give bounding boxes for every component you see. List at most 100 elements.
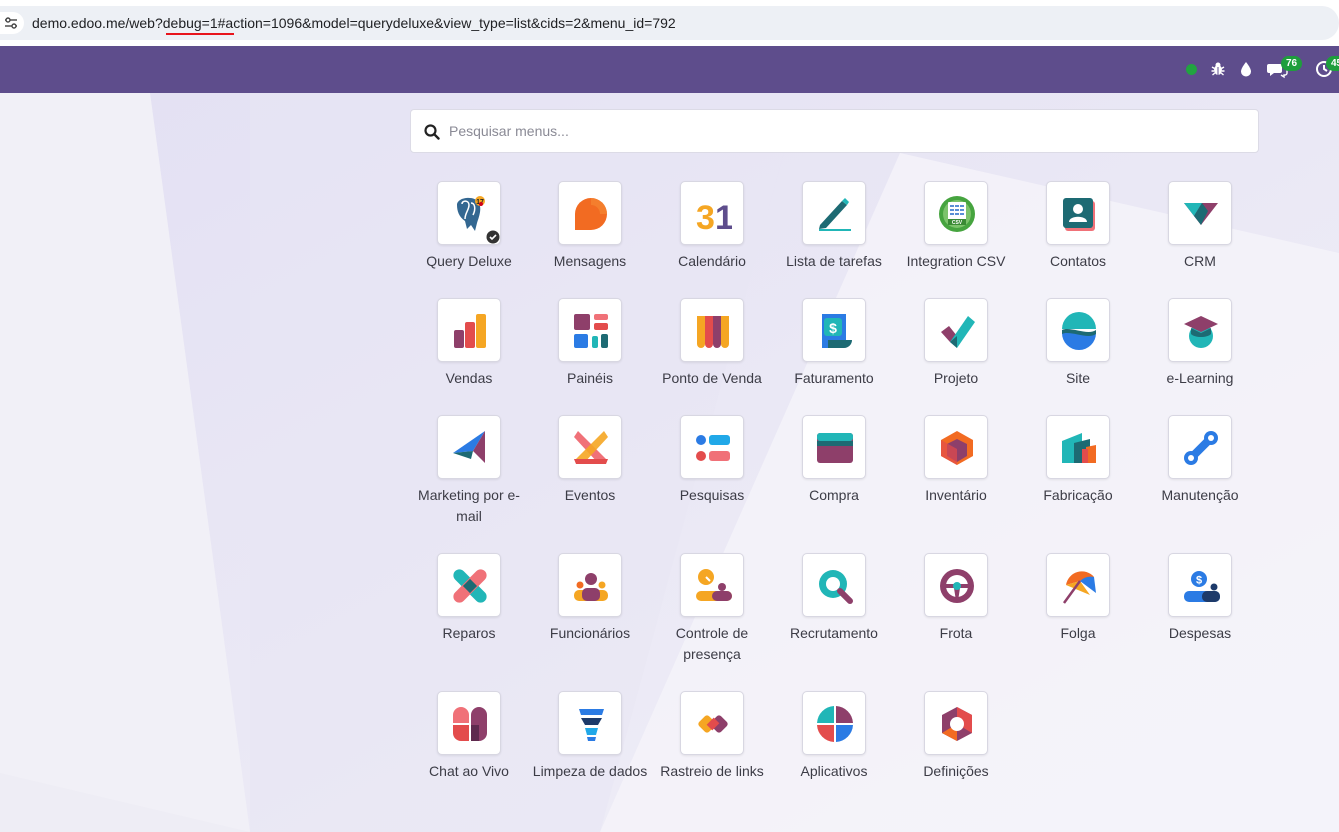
status-indicator bbox=[1186, 64, 1197, 75]
magnifier-icon bbox=[819, 570, 853, 604]
box-icon bbox=[941, 431, 973, 465]
app-tile bbox=[1046, 415, 1110, 479]
app-label: Controle de presença bbox=[675, 625, 749, 662]
checkmark-icon bbox=[941, 316, 975, 348]
svg-text:$: $ bbox=[829, 320, 837, 336]
menu-search-box[interactable] bbox=[410, 109, 1259, 153]
app-tile bbox=[802, 691, 866, 755]
store-icon bbox=[697, 316, 729, 348]
app-tile: $ bbox=[802, 298, 866, 362]
app-tile bbox=[558, 691, 622, 755]
messages-badge: 76 bbox=[1281, 56, 1303, 71]
app-label: Marketing por e-mail bbox=[418, 487, 520, 524]
app-label: Pesquisas bbox=[679, 487, 745, 503]
app-label: Folga bbox=[1060, 625, 1096, 641]
data-cleaning-icon bbox=[579, 709, 604, 741]
expense-icon: $ bbox=[1184, 571, 1220, 602]
app-label: Projeto bbox=[933, 370, 979, 386]
app-tile bbox=[924, 553, 988, 617]
svg-text:$: $ bbox=[1196, 575, 1202, 587]
app-label: Chat ao Vivo bbox=[429, 763, 509, 779]
app-label: e-Learning bbox=[1166, 370, 1234, 386]
paper-plane-icon bbox=[453, 431, 485, 463]
app-tile bbox=[1168, 181, 1232, 245]
bandage-icon bbox=[453, 569, 487, 603]
site-settings-icon[interactable] bbox=[0, 12, 24, 34]
app-label: Limpeza de dados bbox=[532, 763, 648, 779]
app-tile bbox=[558, 298, 622, 362]
app-tile bbox=[558, 553, 622, 617]
app-label: Reparos bbox=[442, 625, 496, 641]
app-label: Aplicativos bbox=[800, 763, 868, 779]
app-tile bbox=[680, 691, 744, 755]
settings-icon bbox=[942, 707, 972, 741]
app-label: Recrutamento bbox=[790, 625, 878, 641]
search-icon bbox=[424, 124, 440, 140]
app-tile bbox=[437, 691, 501, 755]
app-tile bbox=[1046, 298, 1110, 362]
survey-icon bbox=[696, 435, 730, 461]
svg-text:1: 1 bbox=[715, 199, 732, 233]
app-tile bbox=[802, 415, 866, 479]
app-label: Faturamento bbox=[794, 370, 874, 386]
app-tile bbox=[1046, 553, 1110, 617]
app-tile bbox=[680, 415, 744, 479]
search-input[interactable] bbox=[449, 110, 1249, 152]
umbrella-icon bbox=[1062, 571, 1096, 604]
csv-icon: CSV bbox=[939, 196, 975, 232]
url-text: demo.edoo.me/web?debug=1#action=1096&mod… bbox=[32, 15, 676, 31]
app-tile bbox=[680, 553, 744, 617]
app-label: Funcionários bbox=[549, 625, 631, 641]
chat-bubble-icon bbox=[575, 198, 607, 230]
calendar-icon: 3 1 bbox=[696, 199, 732, 233]
app-label: Mensagens bbox=[553, 253, 627, 269]
app-label: Calendário bbox=[678, 253, 746, 269]
app-tile bbox=[924, 415, 988, 479]
app-tile bbox=[1168, 415, 1232, 479]
factory-icon bbox=[1062, 433, 1096, 463]
app-label: Eventos bbox=[564, 487, 616, 503]
app-tile bbox=[437, 298, 501, 362]
apps-icon bbox=[817, 706, 853, 742]
bug-icon[interactable] bbox=[1208, 59, 1228, 79]
app-label: Frota bbox=[939, 625, 973, 641]
app-label: Rastreio de links bbox=[660, 763, 764, 779]
app-label: Vendas bbox=[445, 370, 493, 386]
app-tile bbox=[437, 415, 501, 479]
people-icon bbox=[574, 573, 608, 601]
website-icon bbox=[1062, 312, 1096, 350]
app-tile: CSV bbox=[924, 181, 988, 245]
app-tile bbox=[924, 298, 988, 362]
app-label: Integration CSV bbox=[906, 253, 1006, 269]
contacts-icon bbox=[1063, 198, 1095, 231]
app-tile bbox=[924, 691, 988, 755]
sales-chart-icon bbox=[454, 314, 486, 348]
background bbox=[0, 93, 1339, 832]
annotation-underline bbox=[166, 33, 234, 35]
wrench-icon bbox=[1184, 431, 1218, 465]
browser-address-bar: demo.edoo.me/web?debug=1#action=1096&mod… bbox=[0, 0, 1339, 46]
app-label: Fabricação bbox=[1043, 487, 1113, 503]
app-label: Manutenção bbox=[1161, 487, 1239, 503]
events-icon bbox=[574, 431, 608, 464]
app-label: Painéis bbox=[567, 370, 613, 386]
graduation-cap-icon bbox=[1184, 316, 1218, 348]
app-label: Despesas bbox=[1168, 625, 1232, 641]
app-label: Site bbox=[1065, 370, 1091, 386]
app-tile bbox=[558, 415, 622, 479]
drop-icon[interactable] bbox=[1236, 59, 1256, 79]
live-chat-icon bbox=[453, 707, 487, 741]
app-label: CRM bbox=[1184, 253, 1216, 269]
postgres-icon: 17 bbox=[457, 196, 485, 231]
dashboards-icon bbox=[574, 314, 608, 348]
app-label: Contatos bbox=[1049, 253, 1107, 269]
app-label: Compra bbox=[809, 487, 859, 503]
pen-icon bbox=[819, 198, 851, 231]
app-tile: 3 1 bbox=[680, 181, 744, 245]
invoice-icon: $ bbox=[822, 314, 852, 348]
top-navbar: 76 45 bbox=[0, 46, 1339, 93]
credit-card-icon bbox=[817, 433, 853, 463]
app-tile: 17 bbox=[437, 181, 501, 245]
steering-wheel-icon bbox=[940, 569, 974, 603]
app-label: Ponto de Venda bbox=[662, 370, 762, 386]
